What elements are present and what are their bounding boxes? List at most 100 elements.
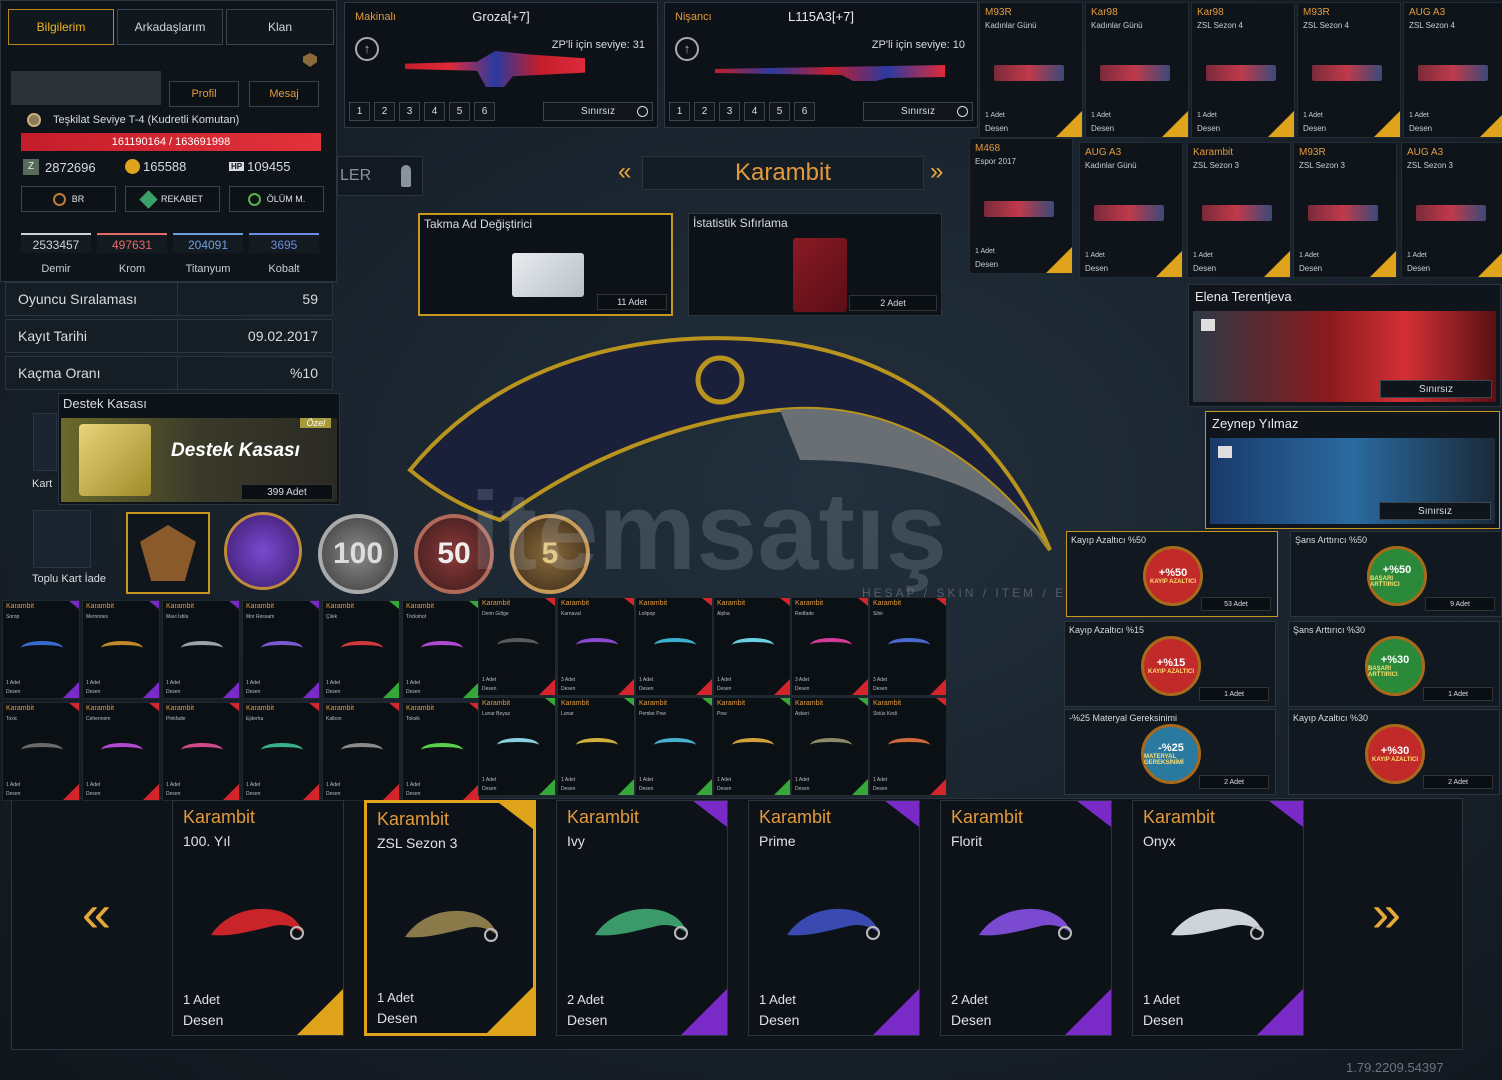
upgrade-arrow-icon[interactable]: ↑ [355,37,379,61]
karambit-mini-card[interactable]: Karambit Toksik 1 Adet Desen [402,702,480,801]
item-card-stat-reset[interactable]: İstatistik Sıfırlama 2 Adet [688,213,942,316]
skin-card[interactable]: AUG A3 ZSL Sezon 4 1 Adet Desen [1403,2,1502,138]
slot-3[interactable]: 3 [399,102,420,121]
br-stats-button[interactable]: BR [21,186,116,212]
mini-card-count: 1 Adet [326,782,341,788]
skin-card[interactable]: Kar98 ZSL Sezon 4 1 Adet Desen [1191,2,1295,138]
tab-clan[interactable]: Klan [226,9,334,45]
skin-card[interactable]: M93R Kadınlar Günü 1 Adet Desen [979,2,1083,138]
karambit-mini-card[interactable]: Karambit Pembe Pow 1 Adet Desen [635,697,713,796]
support-crate-card[interactable]: Destek Kasası Özel Destek Kasası 399 Ade… [58,393,340,505]
karambit-mini-card[interactable]: Karambit Mavi İstila 1 Adet Desen [162,600,240,699]
category-tab-partial[interactable]: LER [337,156,423,196]
skin-card[interactable]: AUG A3 ZSL Sezon 3 1 Adet Desen [1401,142,1502,278]
tab-friends[interactable]: Arkadaşlarım [117,9,223,45]
skin-card[interactable]: M93R ZSL Sezon 3 1 Adet Desen [1293,142,1397,278]
item-card-nickname-changer[interactable]: Takma Ad Değiştirici 11 Adet [418,213,673,316]
karambit-mini-card[interactable]: Karambit Redfade 3 Adet Desen [791,597,869,696]
skin-collection: Espor 2017 [975,157,1016,166]
prev-page-arrow[interactable]: « [82,884,111,944]
karambit-mini-card[interactable]: Karambit Pinkfade 1 Adet Desen [162,702,240,801]
slot-5[interactable]: 5 [449,102,470,121]
weapon-name: L115A3[+7] [788,9,854,24]
rarity-top-corner [545,698,555,706]
karambit-mini-card[interactable]: Karambit Askeri 1 Adet Desen [791,697,869,796]
bulk-card-return-icon[interactable] [33,510,91,568]
karambit-mini-card[interactable]: Karambit Derin Gölge 1 Adet Desen [478,597,556,696]
karambit-mini-card[interactable]: Karambit Cehennem 1 Adet Desen [82,702,160,801]
karambit-mini-card[interactable]: Karambit Alpha 1 Adet Desen [713,597,791,696]
rarity-top-corner [69,703,79,711]
slot-2[interactable]: 2 [694,102,715,121]
skin-card[interactable]: AUG A3 Kadınlar Günü 1 Adet Desen [1079,142,1183,278]
karambit-mini-card[interactable]: Karambit Mor Ressam 1 Adet Desen [242,600,320,699]
karambit-card[interactable]: Karambit Onyx 1 Adet Desen [1132,800,1304,1036]
karambit-mini-card[interactable]: Karambit Sihir 3 Adet Desen [869,597,947,696]
prev-category-arrow[interactable]: « [618,158,631,186]
karambit-card[interactable]: Karambit ZSL Sezon 3 1 Adet Desen [364,800,536,1036]
side-card-slot[interactable] [33,413,57,471]
skin-collection: Kadınlar Günü [985,21,1037,30]
slot-4[interactable]: 4 [744,102,765,121]
karambit-mini-card[interactable]: Karambit Sorop 1 Adet Desen [2,600,80,699]
buff-card[interactable]: -%25 Materyal Gereksinimi -%25 MATERYAL GE… [1064,709,1276,795]
character-card-zeynep[interactable]: Zeynep Yılmaz Sınırsız [1205,411,1500,529]
karambit-mini-card[interactable]: Karambit Toxic 1 Adet Desen [2,702,80,801]
slot-6[interactable]: 6 [794,102,815,121]
karambit-card[interactable]: Karambit Ivy 2 Adet Desen [556,800,728,1036]
buff-card[interactable]: Kayıp Azaltıcı %15 +%15 KAYIP AZALTICI 1 Ad… [1064,621,1276,707]
skin-card[interactable]: M468 Espor 2017 1 Adet Desen [969,138,1073,274]
buff-card[interactable]: Kayıp Azaltıcı %30 +%30 KAYIP AZALTICI 2 Ad… [1288,709,1500,795]
mini-karambit-image [21,641,63,655]
buff-card[interactable]: Kayıp Azaltıcı %50 +%50 KAYIP AZALTICI 53 A… [1066,531,1278,617]
slot-5[interactable]: 5 [769,102,790,121]
karambit-mini-card[interactable]: Karambit Kalbon 1 Adet Desen [322,702,400,801]
karambit-mini-card[interactable]: Karambit Trickshot 1 Adet Desen [402,600,480,699]
slot-1[interactable]: 1 [669,102,690,121]
karambit-mini-card[interactable]: Karambit Siriüs Kedi 1 Adet Desen [869,697,947,796]
buff-card[interactable]: Şans Arttırıcı %30 +%30 BAŞARI ARTTIRICI 1 … [1288,621,1500,707]
karambit-mini-card[interactable]: Karambit Ejderha 1 Adet Desen [242,702,320,801]
slot-3[interactable]: 3 [719,102,740,121]
skin-card[interactable]: Kar98 Kadınlar Günü 1 Adet Desen [1085,2,1189,138]
karambit-mini-card[interactable]: Karambit Lolipop 1 Adet Desen [635,597,713,696]
karambit-mini-card[interactable]: Karambit Karnaval 3 Adet Desen [557,597,635,696]
character-card-elena[interactable]: Elena Terentjeva Sınırsız [1188,284,1501,407]
medal-wings[interactable] [126,512,210,594]
weapon-card-l115a3[interactable]: Nişancı L115A3[+7] ↑ ZP'li için seviye: … [664,2,978,128]
slot-2[interactable]: 2 [374,102,395,121]
slot-4[interactable]: 4 [424,102,445,121]
cobalt-label: Kobalt [268,263,300,275]
mini-card-type: Desen [873,686,888,692]
card-weapon-name: Karambit [377,809,450,829]
skin-card[interactable]: Karambit ZSL Sezon 3 1 Adet Desen [1187,142,1291,278]
inventory-screen: Bilgilerim Arkadaşlarım Klan Profil Mesa… [0,0,1502,1080]
karambit-mini-card[interactable]: Karambit Memories 1 Adet Desen [82,600,160,699]
ranked-stats-button[interactable]: REKABET [125,186,220,212]
medal-adventure[interactable] [224,512,302,590]
karambit-card[interactable]: Karambit 100. Yıl 1 Adet Desen [172,800,344,1036]
rarity-corner [487,987,533,1033]
karambit-mini-card[interactable]: Karambit Lunar Beyaz 1 Adet Desen [478,697,556,796]
card-count: 1 Adet [377,990,414,1005]
buff-card[interactable]: Şans Arttırıcı %50 +%50 BAŞARI ARTTIRICI 9 … [1290,531,1502,617]
karambit-card[interactable]: Karambit Prime 1 Adet Desen [748,800,920,1036]
buff-badge: +%30 KAYIP AZALTICI [1365,724,1425,784]
karambit-mini-card[interactable]: Karambit Pow 1 Adet Desen [713,697,791,796]
karambit-card[interactable]: Karambit Florit 2 Adet Desen [940,800,1112,1036]
karambit-mini-card[interactable]: Karambit Çilek 1 Adet Desen [322,600,400,699]
slot-1[interactable]: 1 [349,102,370,121]
upgrade-arrow-icon[interactable]: ↑ [675,37,699,61]
profile-button[interactable]: Profil [169,81,239,107]
next-page-arrow[interactable]: » [1372,884,1401,944]
deathmatch-stats-button[interactable]: ÖLÜM M. [229,186,324,212]
message-button[interactable]: Mesaj [249,81,319,107]
karambit-mini-card[interactable]: Karambit Lunar 1 Adet Desen [557,697,635,796]
tab-info[interactable]: Bilgilerim [8,9,114,45]
skin-card[interactable]: M93R ZSL Sezon 4 1 Adet Desen [1297,2,1401,138]
rank-icon [27,113,41,127]
next-category-arrow[interactable]: » [930,158,943,186]
weapon-card-groza[interactable]: Makinalı Groza[+7] ↑ ZP'li için seviye: … [344,2,658,128]
weapon-level: ZP'li için seviye: 31 [551,39,645,51]
slot-6[interactable]: 6 [474,102,495,121]
